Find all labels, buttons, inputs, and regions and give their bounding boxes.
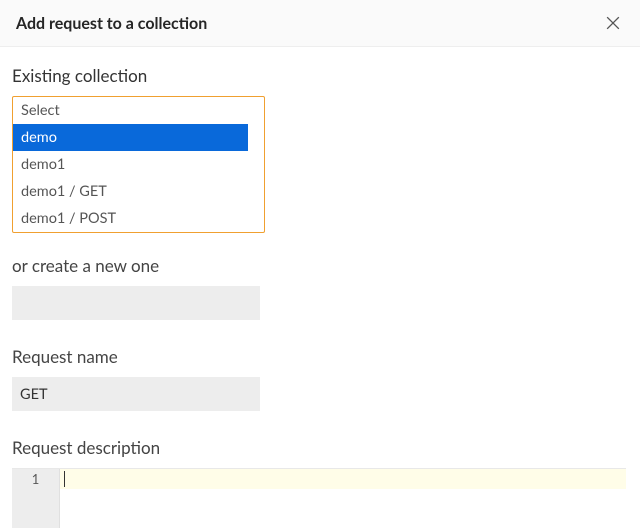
select-option[interactable]: demo1 / POST [13,205,264,232]
request-description-editor[interactable]: 1 [12,468,626,528]
create-new-label: or create a new one [12,255,628,276]
dialog-header: Add request to a collection [0,0,640,47]
select-option[interactable]: demo1 / GET [13,178,264,205]
existing-collection-label: Existing collection [12,65,628,86]
editor-gutter: 1 [12,469,60,528]
select-option[interactable]: demo1 [13,151,264,178]
request-name-input[interactable] [12,377,260,411]
request-description-label: Request description [12,437,628,458]
dialog-content: Existing collection Select demo demo1 de… [0,47,640,528]
select-option[interactable]: Select [13,97,264,124]
existing-collection-select[interactable]: Select demo demo1 demo1 / GET demo1 / PO… [12,96,265,233]
dialog-title: Add request to a collection [16,14,207,33]
select-option[interactable]: demo [13,124,248,151]
editor-cursor [64,471,65,487]
create-new-input[interactable] [12,286,260,320]
line-number: 1 [12,471,59,487]
close-icon[interactable] [602,12,624,34]
editor-body[interactable] [60,469,626,528]
editor-active-line [60,469,626,489]
request-name-label: Request name [12,346,628,367]
